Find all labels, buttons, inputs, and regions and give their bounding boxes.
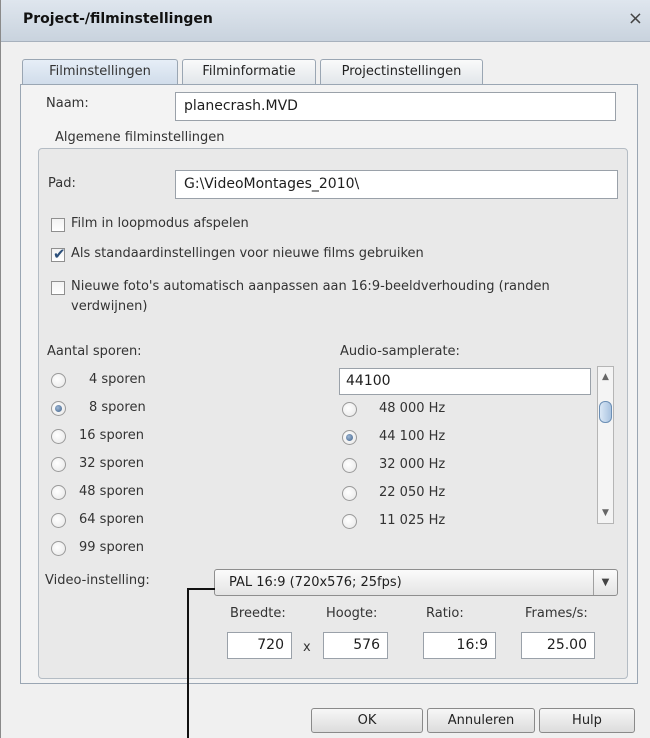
tracks-radio-48[interactable]	[51, 485, 66, 500]
cancel-button[interactable]: Annuleren	[427, 708, 535, 733]
tab-filminformatie[interactable]: Filminformatie	[182, 59, 316, 84]
fps-input[interactable]: 25.00	[521, 632, 595, 659]
ok-button[interactable]: OK	[311, 708, 423, 733]
times-sign: x	[303, 640, 311, 655]
chevron-down-icon[interactable]: ▼	[593, 570, 617, 595]
samplerate-radio-22050[interactable]	[342, 486, 357, 501]
samplerate-scrollbar[interactable]: ▲ ▼	[597, 366, 614, 524]
radio-selected-dot	[346, 434, 353, 441]
samplerate-radio-32000[interactable]	[342, 458, 357, 473]
samplerate-label: Audio-samplerate:	[340, 344, 460, 359]
width-input[interactable]: 720	[227, 632, 292, 659]
tracks-option-label: 8 sporen	[89, 400, 146, 415]
help-button[interactable]: Hulp	[539, 708, 635, 733]
tab-filminstellingen[interactable]: Filminstellingen	[22, 59, 178, 85]
callout-pointer	[187, 589, 189, 738]
tab-projectinstellingen[interactable]: Projectinstellingen	[320, 59, 483, 84]
name-label: Naam:	[46, 96, 89, 111]
samplerate-option-label: 22 050 Hz	[379, 485, 446, 500]
height-label: Hoogte:	[326, 606, 378, 621]
tracks-radio-4[interactable]	[51, 373, 66, 388]
ratio-input[interactable]: 16:9	[423, 632, 496, 659]
default-settings-checkbox[interactable]: ✔	[51, 245, 66, 263]
close-icon[interactable]: ×	[628, 10, 643, 28]
tracks-option-label: 16 sporen	[79, 428, 144, 443]
samplerate-option-label: 44 100 Hz	[379, 429, 446, 444]
scroll-up-icon[interactable]: ▲	[598, 369, 613, 385]
callout-pointer	[187, 588, 215, 590]
samplerate-radio-48000[interactable]	[342, 402, 357, 417]
tracks-radio-16[interactable]	[51, 429, 66, 444]
samplerate-option-label: 48 000 Hz	[379, 401, 446, 416]
tracks-option-label: 48 sporen	[79, 484, 144, 499]
height-input[interactable]: 576	[323, 632, 388, 659]
tracks-option-label: 99 sporen	[79, 540, 144, 555]
checkmark-icon: ✔	[53, 245, 66, 263]
title-bar: Project-/filminstellingen ×	[1, 0, 650, 42]
auto-adjust-photos-checkbox[interactable]	[51, 281, 65, 295]
scroll-down-icon[interactable]: ▼	[598, 505, 613, 521]
tracks-radio-32[interactable]	[51, 457, 66, 472]
width-label: Breedte:	[230, 606, 286, 621]
project-settings-dialog: Project-/filminstellingen × Filminstelli…	[0, 0, 650, 738]
tracks-radio-64[interactable]	[51, 513, 66, 528]
video-setting-select[interactable]: PAL 16:9 (720x576; 25fps) ▼	[214, 569, 618, 596]
loop-mode-label: Film in loopmodus afspelen	[71, 216, 249, 231]
name-input[interactable]: planecrash.MVD	[175, 92, 616, 121]
tracks-option-label: 32 sporen	[79, 456, 144, 471]
fps-label: Frames/s:	[525, 606, 588, 621]
auto-adjust-photos-label-line1: Nieuwe foto's automatisch aanpassen aan …	[71, 279, 550, 294]
scrollbar-thumb[interactable]	[599, 401, 612, 423]
video-setting-label: Video-instelling:	[45, 573, 150, 588]
samplerate-option-label: 32 000 Hz	[379, 457, 446, 472]
video-setting-value: PAL 16:9 (720x576; 25fps)	[229, 575, 402, 590]
auto-adjust-photos-label-line2: verdwijnen)	[71, 299, 148, 314]
general-settings-title: Algemene filminstellingen	[55, 130, 225, 145]
path-label: Pad:	[48, 176, 76, 191]
tracks-option-label: 4 sporen	[89, 372, 146, 387]
samplerate-input[interactable]: 44100	[339, 368, 591, 395]
tracks-radio-8[interactable]	[51, 401, 66, 416]
radio-selected-dot	[55, 405, 62, 412]
samplerate-radio-44100[interactable]	[342, 430, 357, 445]
samplerate-radio-11025[interactable]	[342, 514, 357, 529]
samplerate-option-label: 11 025 Hz	[379, 513, 446, 528]
tracks-option-label: 64 sporen	[79, 512, 144, 527]
ratio-label: Ratio:	[426, 606, 464, 621]
tracks-radio-99[interactable]	[51, 541, 66, 556]
window-title: Project-/filminstellingen	[23, 11, 213, 27]
path-input[interactable]: G:\VideoMontages_2010\	[175, 170, 618, 199]
default-settings-label: Als standaardinstellingen voor nieuwe fi…	[71, 246, 424, 261]
loop-mode-checkbox[interactable]	[51, 218, 65, 232]
tracks-label: Aantal sporen:	[47, 344, 142, 359]
